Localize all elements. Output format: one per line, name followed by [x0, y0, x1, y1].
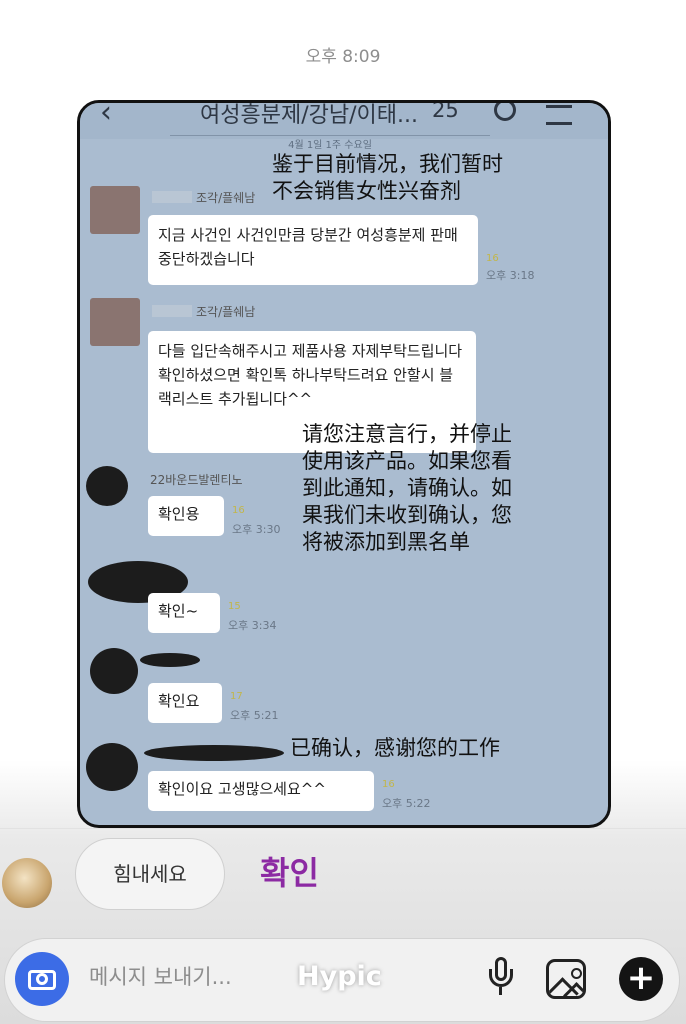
sender-avatar	[90, 186, 140, 234]
reply-text: 확인	[260, 854, 319, 892]
message-bubble: 확인~	[148, 593, 220, 633]
unread-count: 16	[486, 253, 499, 264]
unread-count: 15	[228, 601, 241, 612]
camera-icon[interactable]	[15, 952, 69, 1006]
unread-count: 17	[230, 691, 243, 702]
sender-name: 22바운드발렌티노	[150, 473, 243, 487]
sender-name: 조각/플쉐남	[196, 191, 256, 205]
message-timestamp: 오후 8:09	[305, 47, 381, 67]
scribbled-avatar	[86, 743, 138, 791]
shared-chat-screenshot[interactable]: ‹ 여성흥분제/강남/이태... 25 4월 1일 1주 수요일 조각/플쉐남 …	[77, 100, 611, 828]
message-input[interactable]: 메시지 보내기...	[89, 961, 232, 991]
message-bubble: 확인이요 고생많으세요^^	[148, 771, 374, 811]
scribbled-avatar	[90, 648, 138, 694]
scribbled-avatar	[86, 466, 128, 506]
message-input-bar[interactable]: 메시지 보내기... Hypic +	[4, 938, 680, 1022]
unread-count: 16	[382, 779, 395, 790]
microphone-icon[interactable]	[489, 957, 513, 1001]
menu-icon	[546, 105, 572, 125]
message-bubble: 지금 사건인 사건인만큼 당분간 여성흥분제 판매 중단하겠습니다	[148, 215, 478, 285]
scribbled-name	[140, 653, 200, 667]
unread-count: 16	[232, 505, 245, 516]
watermark: Hypic	[297, 961, 382, 992]
date-separator: 4월 1일 1주 수요일	[170, 135, 490, 151]
plus-icon[interactable]: +	[619, 957, 663, 1001]
mic-arc	[489, 969, 513, 987]
sender-name: 조각/플쉐남	[196, 305, 256, 319]
message-time: 오후 3:30	[232, 523, 281, 536]
sender-avatar	[90, 298, 140, 346]
translation-note: 请您注意言行，并停止 使用该产品。如果您看 到此通知，请确认。如 果我们未收到确…	[302, 422, 512, 554]
message-time: 오후 5:22	[382, 797, 431, 810]
translation-note: 鉴于目前情况，我们暂时 不会销售女性兴奋剂	[272, 152, 503, 203]
gallery-icon[interactable]	[546, 959, 586, 999]
message-time: 오후 3:34	[228, 619, 277, 632]
chat-header: ‹ 여성흥분제/강남/이태... 25	[80, 103, 608, 139]
back-arrow-icon: ‹	[100, 100, 112, 130]
user-avatar[interactable]	[2, 858, 52, 908]
scribbled-name	[144, 745, 284, 761]
divider	[0, 828, 686, 829]
blurred-name	[152, 305, 192, 317]
message-bubble: 확인용	[148, 496, 224, 536]
quick-reply-button[interactable]: 힘내세요	[75, 838, 225, 910]
chat-title: 여성흥분제/강남/이태...	[200, 103, 418, 128]
search-icon	[494, 103, 516, 121]
message-time: 오후 5:21	[230, 709, 279, 722]
blurred-name	[152, 191, 192, 203]
member-count: 25	[432, 100, 459, 122]
message-bubble: 확인요	[148, 683, 222, 723]
camera-lens	[36, 973, 48, 985]
translation-note: 已确认，感谢您的工作	[290, 736, 500, 760]
mic-stem	[499, 987, 502, 995]
gallery-sun	[571, 968, 582, 979]
message-time: 오후 3:18	[486, 269, 535, 282]
